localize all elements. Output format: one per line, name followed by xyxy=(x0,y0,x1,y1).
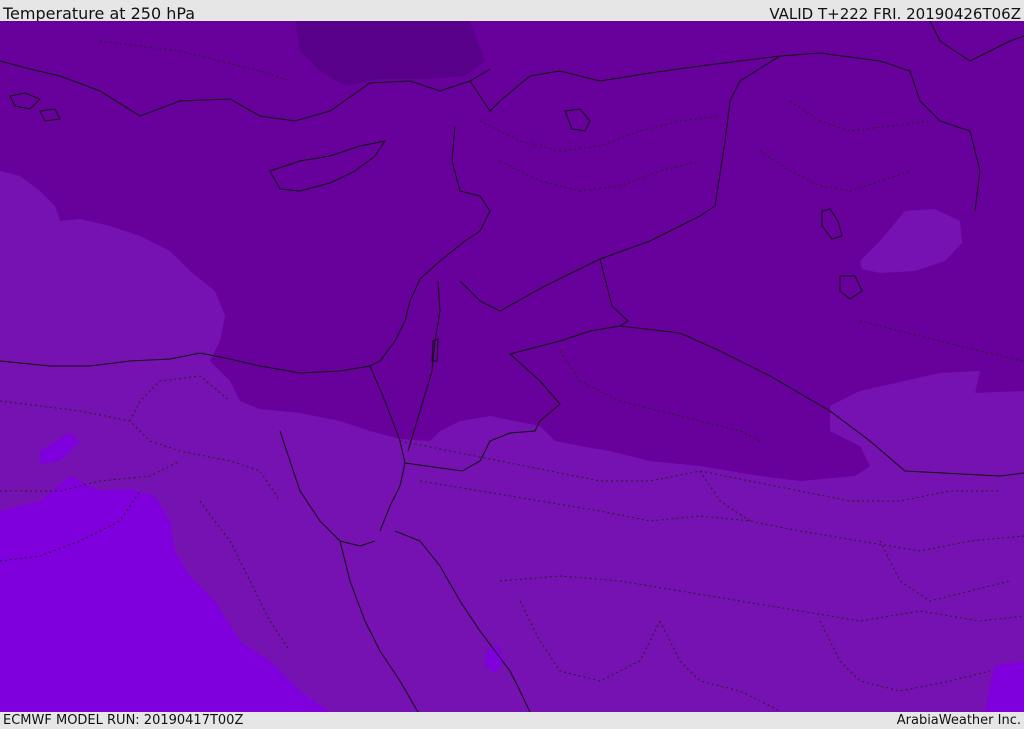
header-bar: Temperature at 250 hPa VALID T+222 FRI. … xyxy=(0,0,1024,23)
model-run-label: ECMWF MODEL RUN: 20190417T00Z xyxy=(3,713,244,728)
map-canvas xyxy=(0,21,1024,712)
footer-bar: ECMWF MODEL RUN: 20190417T00Z ArabiaWeat… xyxy=(0,712,1024,729)
temperature-map xyxy=(0,21,1024,712)
credit-label: ArabiaWeather Inc. xyxy=(896,713,1021,728)
weather-map-frame: Temperature at 250 hPa VALID T+222 FRI. … xyxy=(0,0,1024,729)
